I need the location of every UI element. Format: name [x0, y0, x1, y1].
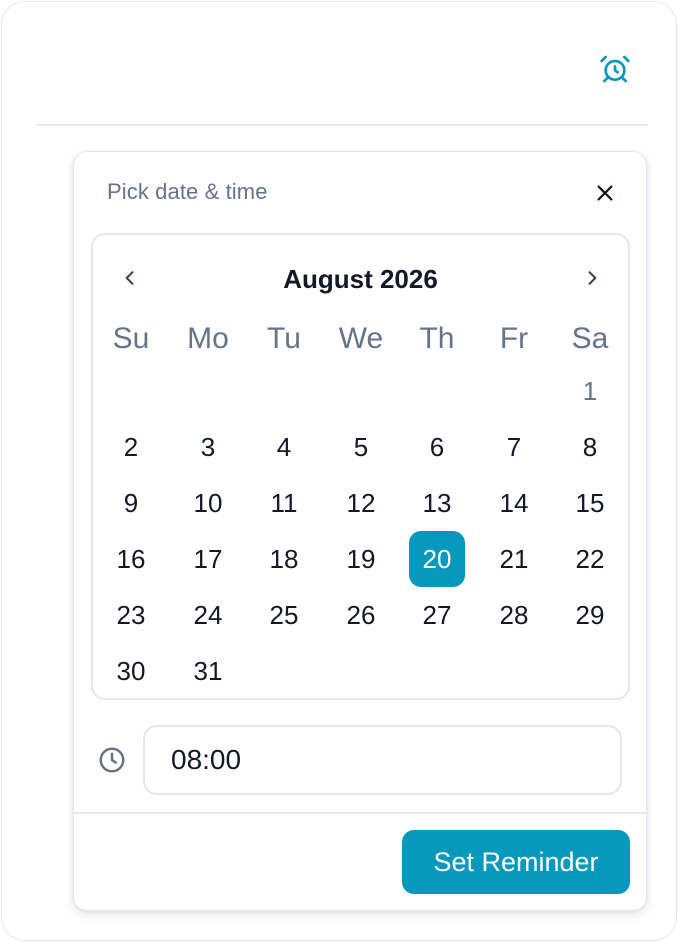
- calendar-day[interactable]: 16: [103, 531, 159, 587]
- header-divider: [36, 124, 648, 126]
- calendar-day[interactable]: 22: [562, 531, 618, 587]
- next-month-button[interactable]: [577, 263, 607, 293]
- calendar-day[interactable]: 12: [333, 475, 389, 531]
- calendar-day[interactable]: 1: [562, 363, 618, 419]
- weekday-header: Su Mo Tu We Th Fr Sa: [93, 319, 628, 359]
- calendar-day[interactable]: 3: [180, 419, 236, 475]
- calendar-day[interactable]: 6: [409, 419, 465, 475]
- time-icon-wrapper: [96, 744, 128, 776]
- calendar-day[interactable]: 10: [180, 475, 236, 531]
- month-label: August 2026: [283, 264, 438, 294]
- calendar: August 2026 Su Mo Tu We Th Fr Sa 123 4 5…: [91, 233, 630, 700]
- set-reminder-button[interactable]: Set Reminder: [402, 830, 630, 894]
- calendar-day[interactable]: 13: [409, 475, 465, 531]
- calendar-day[interactable]: 18: [256, 531, 312, 587]
- calendar-day[interactable]: 17: [180, 531, 236, 587]
- calendar-day[interactable]: 19: [333, 531, 389, 587]
- calendar-day[interactable]: 15: [562, 475, 618, 531]
- footer-divider: [74, 812, 646, 814]
- calendar-day[interactable]: 30: [103, 643, 159, 699]
- chevron-right-icon: [588, 271, 597, 285]
- calendar-day[interactable]: 25: [256, 587, 312, 643]
- calendar-day[interactable]: 23: [103, 587, 159, 643]
- alarm-clock-icon: [600, 55, 630, 83]
- calendar-day[interactable]: 21: [486, 531, 542, 587]
- calendar-day[interactable]: 24: [180, 587, 236, 643]
- calendar-day[interactable]: 14: [486, 475, 542, 531]
- clock-icon: [99, 747, 125, 773]
- weekday-label: Tu: [267, 322, 301, 355]
- weekday-label: Th: [419, 322, 455, 355]
- weekday-label: Sa: [571, 322, 609, 355]
- alarm-button[interactable]: [596, 50, 634, 88]
- calendar-day[interactable]: 26: [333, 587, 389, 643]
- time-input[interactable]: [143, 725, 622, 795]
- calendar-day[interactable]: 28: [486, 587, 542, 643]
- chevron-left-icon: [125, 271, 134, 285]
- close-button[interactable]: [590, 178, 620, 208]
- calendar-day[interactable]: 4: [256, 419, 312, 475]
- calendar-day[interactable]: 2: [103, 419, 159, 475]
- close-icon: [597, 185, 613, 201]
- calendar-day[interactable]: 5: [333, 419, 389, 475]
- calendar-day[interactable]: 27: [409, 587, 465, 643]
- weekday-label: Fr: [499, 322, 529, 355]
- calendar-day[interactable]: 11: [256, 475, 312, 531]
- calendar-day[interactable]: 8: [562, 419, 618, 475]
- calendar-day-selected[interactable]: 20: [409, 531, 465, 587]
- calendar-day[interactable]: 7: [486, 419, 542, 475]
- weekday-label: We: [338, 322, 384, 355]
- reminder-card: Pick date & time August 2026 Su Mo Tu We…: [1, 1, 677, 941]
- weekday-label: Mo: [187, 322, 229, 355]
- weekday-label: Su: [112, 322, 150, 355]
- calendar-day[interactable]: 31: [180, 643, 236, 699]
- calendar-day[interactable]: 9: [103, 475, 159, 531]
- popover-title: Pick date & time: [107, 179, 268, 204]
- date-time-popover: Pick date & time August 2026 Su Mo Tu We…: [73, 151, 647, 911]
- prev-month-button[interactable]: [115, 263, 145, 293]
- calendar-day[interactable]: 29: [562, 587, 618, 643]
